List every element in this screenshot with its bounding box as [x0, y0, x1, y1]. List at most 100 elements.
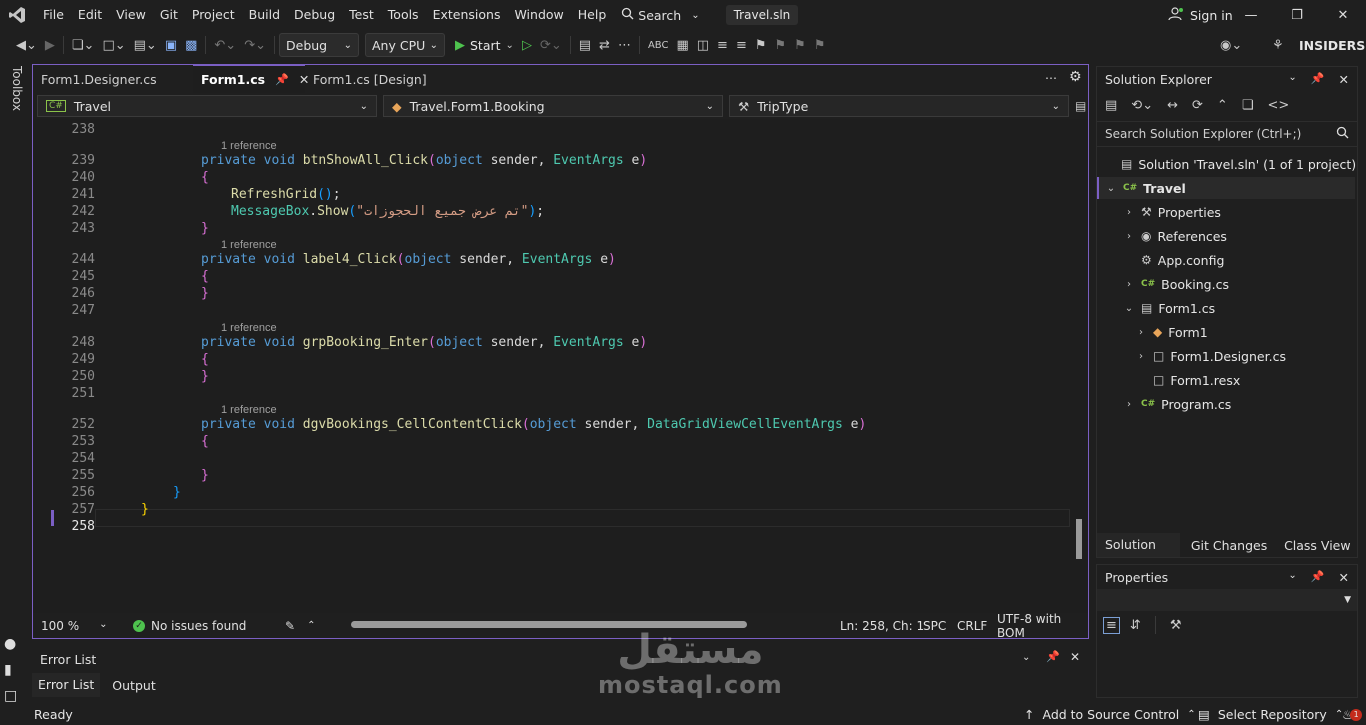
tree-item[interactable]: ▤ Solution 'Travel.sln' (1 of 1 project) [1103, 153, 1356, 175]
menu-test[interactable]: Test [342, 0, 381, 30]
menu-project[interactable]: Project [185, 0, 242, 30]
pin-icon[interactable]: 📌 [1311, 72, 1325, 87]
code-lens-reference[interactable]: 1 reference [221, 239, 277, 251]
start-button[interactable]: ▶ Start ⌄ [451, 32, 518, 58]
search-solution-explorer[interactable]: Search Solution Explorer (Ctrl+;) [1097, 121, 1357, 147]
tree-item[interactable]: › C# Program.cs [1123, 393, 1231, 415]
tree-item[interactable]: › ⚒ Properties [1123, 201, 1221, 223]
visual-studio-logo-icon[interactable] [6, 4, 28, 26]
code-lens-reference[interactable]: 1 reference [221, 404, 277, 416]
menu-edit[interactable]: Edit [71, 0, 109, 30]
save-all-icon[interactable]: ▩ [181, 32, 201, 58]
tree-item[interactable]: ⌄ C# Travel [1097, 177, 1355, 199]
menu-extensions[interactable]: Extensions [426, 0, 508, 30]
close-icon[interactable]: ✕ [1339, 72, 1349, 87]
whitespace-mode[interactable]: SPC [923, 619, 946, 633]
menu-debug[interactable]: Debug [287, 0, 342, 30]
tree-item[interactable]: › C# Booking.cs [1123, 273, 1229, 295]
history-icon[interactable]: ⟲⌄ [1131, 98, 1153, 113]
forward-icon[interactable]: ▶ [41, 32, 59, 58]
new-file-icon[interactable]: □⌄ [98, 32, 129, 58]
class-dropdown[interactable]: ◆ Travel.Form1.Booking ⌄ [383, 95, 723, 117]
more-icon[interactable]: ⋯ [614, 32, 635, 58]
code-area[interactable]: 238 1 reference 239 private void btnShowAll… [33, 119, 1088, 613]
gear-icon[interactable]: ⚙ [1069, 69, 1082, 85]
expand-chevron-icon[interactable]: › [1135, 351, 1147, 362]
chevron-up-icon[interactable]: ⌃ [307, 620, 315, 631]
code-lens-reference[interactable]: 1 reference [221, 140, 277, 152]
categorized-icon[interactable]: ≡ [1103, 616, 1120, 634]
undo-icon[interactable]: ↶⌄ [210, 32, 240, 58]
collapse-all-icon[interactable]: ⌃ [1217, 98, 1228, 113]
property-pages-icon[interactable]: ⚒ [1170, 618, 1182, 633]
restore-icon[interactable]: ❐ [1274, 0, 1320, 30]
expand-chevron-icon[interactable]: › [1135, 327, 1147, 338]
code-lens-reference[interactable]: 1 reference [221, 322, 277, 334]
next-bookmark-icon[interactable]: ⚑ [790, 32, 810, 58]
video-icon[interactable]: ▮ [4, 662, 12, 678]
save-icon[interactable]: ▣ [161, 32, 181, 58]
copilot-icon[interactable]: ◉⌄ [1216, 32, 1246, 58]
back-icon[interactable]: ◀⌄ [12, 32, 41, 58]
split-view-icon[interactable]: ▤ [1075, 99, 1086, 113]
chevron-down-icon[interactable]: ⌄ [1022, 652, 1030, 663]
code-view-icon[interactable]: <> [1267, 98, 1289, 113]
expand-chevron-icon[interactable]: ⌄ [1123, 303, 1135, 314]
line-ending[interactable]: CRLF [957, 619, 987, 633]
menu-view[interactable]: View [109, 0, 153, 30]
notifications-button[interactable]: ♨ 1 [1342, 707, 1363, 722]
pin-icon[interactable]: 📌 [1311, 570, 1325, 585]
open-folder-icon[interactable]: ▤⌄ [130, 32, 161, 58]
select-repository-button[interactable]: ▤ Select Repository ⌃ [1198, 707, 1343, 722]
spell-check-icon[interactable]: ABC [644, 32, 673, 58]
indent-icon[interactable]: ≡ [732, 32, 751, 58]
tree-item[interactable]: ⌄ ▤ Form1.cs [1123, 297, 1215, 319]
project-dropdown[interactable]: C# Travel ⌄ [37, 95, 377, 117]
cursor-position[interactable]: Ln: 258, Ch: 1 [840, 619, 924, 633]
alphabetical-icon[interactable]: ⇵ [1130, 618, 1141, 633]
tab-form1-designer[interactable]: Form1.Designer.cs [33, 65, 193, 93]
redo-icon[interactable]: ↷⌄ [240, 32, 270, 58]
chevron-down-icon[interactable]: ⌄ [1288, 570, 1296, 585]
tab-form1-cs[interactable]: Form1.cs 📌 ✕ [193, 65, 309, 93]
swap-icon[interactable]: ↔ [1167, 98, 1178, 113]
chevron-down-icon[interactable]: ⌄ [1288, 72, 1296, 87]
outdent-icon[interactable]: ≡ [713, 32, 732, 58]
new-project-icon[interactable]: ❏⌄ [68, 32, 99, 58]
more-tabs-icon[interactable]: ⋯ [1045, 71, 1057, 85]
menu-build[interactable]: Build [242, 0, 287, 30]
tab-error-list[interactable]: Error List [32, 673, 101, 697]
start-without-debugging-icon[interactable]: ▷ [518, 32, 536, 58]
close-icon[interactable]: ✕ [1070, 650, 1080, 664]
tree-item[interactable]: › □ Form1.Designer.cs [1135, 345, 1286, 367]
member-dropdown[interactable]: ⚒ TripType ⌄ [729, 95, 1069, 117]
sync-icon[interactable]: ⇄ [595, 32, 614, 58]
toolbox-tab[interactable]: Toolbox [10, 66, 24, 111]
comment-icon[interactable]: ▦ [672, 32, 692, 58]
pin-icon[interactable]: 📌 [1046, 650, 1060, 663]
hot-reload-icon[interactable]: ⟳⌄ [536, 32, 566, 58]
search-button[interactable]: Search ⌄ [613, 7, 707, 23]
tree-item[interactable]: › ◉ References [1123, 225, 1227, 247]
configuration-select[interactable]: Debug ⌄ [279, 33, 359, 57]
tree-item[interactable]: › ◆ Form1 [1135, 321, 1208, 343]
tree-item[interactable]: ⚙ App.config [1123, 249, 1224, 271]
platform-select[interactable]: Any CPU ⌄ [365, 33, 445, 57]
file-explorer-icon[interactable]: ▤ [575, 32, 595, 58]
add-source-control-button[interactable]: ↑ Add to Source Control ⌃ [1024, 707, 1196, 722]
object-select[interactable]: ▼ [1097, 589, 1357, 611]
menu-tools[interactable]: Tools [381, 0, 426, 30]
expand-chevron-icon[interactable]: ⌄ [1105, 183, 1117, 194]
tab-form1-design[interactable]: Form1.cs [Design] [305, 65, 435, 93]
live-share-icon[interactable]: ⚘ [1268, 32, 1288, 58]
compare-icon[interactable]: ◫ [693, 32, 713, 58]
pin-icon[interactable]: 📌 [275, 73, 289, 86]
bookmark-icon[interactable]: ⚑ [751, 32, 771, 58]
sign-in-button[interactable]: Sign in [1168, 0, 1233, 30]
zoom-select[interactable]: 100 % ⌄ [33, 619, 111, 633]
refresh-icon[interactable]: ⟳ [1192, 98, 1203, 113]
window-icon[interactable]: □ [4, 688, 17, 704]
sync-view-icon[interactable]: ▤ [1105, 98, 1117, 113]
expand-chevron-icon[interactable]: › [1123, 279, 1135, 290]
vertical-scrollbar-thumb[interactable] [1076, 519, 1082, 559]
